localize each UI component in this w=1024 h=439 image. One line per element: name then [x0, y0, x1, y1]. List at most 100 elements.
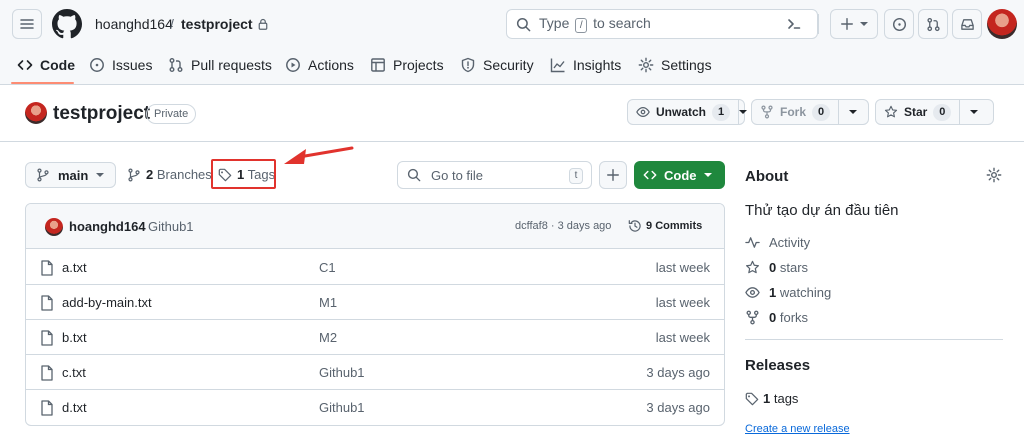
search-shortcut-key: / — [575, 18, 588, 33]
star-count: 0 — [933, 103, 952, 121]
breadcrumb-repo[interactable]: testproject — [181, 16, 269, 32]
file-name[interactable]: d.txt — [62, 400, 87, 415]
user-avatar[interactable] — [987, 9, 1017, 39]
table-row[interactable]: d.txt Github1 3 days ago — [26, 390, 724, 425]
tab-insights[interactable]: Insights — [550, 57, 621, 73]
code-button[interactable]: Code — [634, 161, 725, 189]
tab-code-label: Code — [40, 57, 75, 73]
tab-actions[interactable]: Actions — [285, 57, 354, 73]
tab-pull-requests[interactable]: Pull requests — [168, 57, 272, 73]
tag-icon — [745, 392, 759, 405]
branch-selector[interactable]: main — [25, 162, 116, 188]
file-commit-time: last week — [655, 295, 710, 310]
star-icon — [745, 260, 760, 274]
git-branch-icon — [128, 168, 140, 181]
shield-icon — [461, 57, 475, 73]
releases-heading[interactable]: Releases — [745, 357, 810, 374]
breadcrumb-owner[interactable]: hoanghd164 — [95, 16, 173, 32]
tab-insights-label: Insights — [573, 57, 622, 73]
your-issues-button[interactable] — [884, 9, 914, 39]
about-forks-link[interactable]: 0 forks — [745, 310, 808, 325]
commit-hash-time[interactable]: dcffaf8 · 3 days ago — [515, 220, 611, 232]
command-palette-button[interactable] — [779, 9, 809, 39]
about-activity-link[interactable]: Activity — [745, 235, 810, 250]
commits-history-link[interactable]: 9 Commits — [628, 219, 702, 233]
header-divider — [818, 14, 819, 34]
file-name[interactable]: c.txt — [62, 365, 86, 380]
caret-down-icon — [969, 110, 978, 114]
about-activity-label: Activity — [769, 235, 811, 250]
about-watching-count: 1 — [769, 285, 777, 300]
tab-issues[interactable]: Issues — [89, 57, 152, 73]
file-name[interactable]: add-by-main.txt — [62, 295, 152, 310]
create-new-button[interactable] — [830, 9, 878, 39]
file-commit-time: last week — [655, 330, 710, 345]
commit-message[interactable]: Github1 — [148, 219, 194, 234]
star-dropdown[interactable] — [959, 100, 987, 124]
file-name[interactable]: a.txt — [62, 260, 87, 275]
tab-actions-label: Actions — [308, 57, 354, 73]
about-watching-label: watching — [779, 285, 832, 300]
go-to-file-placeholder: Go to file — [431, 167, 484, 183]
table-row[interactable]: a.txt C1 last week — [26, 250, 724, 285]
repo-forked-icon — [746, 310, 759, 325]
issue-opened-icon — [892, 17, 906, 31]
about-stars-link[interactable]: 0 stars — [745, 260, 808, 275]
unwatch-main[interactable]: Unwatch 1 — [628, 100, 738, 124]
branches-link[interactable]: 2 Branches — [127, 167, 212, 182]
repo-title[interactable]: testproject — [53, 103, 150, 125]
file-commit-message[interactable]: M1 — [319, 295, 337, 310]
sidebar-divider — [745, 339, 1003, 340]
fork-dropdown[interactable] — [838, 100, 866, 124]
create-release-link[interactable]: Create a new release — [745, 423, 850, 435]
fork-main[interactable]: Fork 0 — [752, 100, 838, 124]
history-icon — [628, 220, 641, 232]
tab-projects[interactable]: Projects — [370, 57, 444, 73]
tab-issues-label: Issues — [112, 57, 153, 73]
releases-tags-link[interactable]: 1 tags — [745, 391, 798, 406]
branch-name: main — [58, 167, 89, 183]
global-search[interactable]: Type / to search — [506, 9, 818, 39]
about-watching-link[interactable]: 1 watching — [745, 285, 831, 300]
caret-down-icon — [848, 110, 857, 114]
file-commit-message[interactable]: C1 — [319, 260, 336, 275]
star-button[interactable]: Star 0 — [875, 99, 994, 125]
menu-button[interactable] — [12, 9, 42, 39]
git-branch-icon — [37, 168, 49, 182]
commit-author-avatar[interactable] — [45, 218, 63, 236]
file-commit-message[interactable]: M2 — [319, 330, 337, 345]
about-stars-count: 0 — [769, 260, 777, 275]
tab-settings-label: Settings — [661, 57, 712, 73]
star-main[interactable]: Star 0 — [876, 100, 959, 124]
file-commit-time: 3 days ago — [646, 365, 710, 380]
go-to-file-input[interactable]: Go to file t — [397, 161, 592, 189]
file-icon — [41, 330, 53, 346]
tab-code[interactable]: Code — [17, 57, 75, 73]
file-commit-time: 3 days ago — [646, 400, 710, 415]
unwatch-dropdown[interactable] — [738, 100, 748, 124]
about-stars-label: stars — [779, 260, 809, 275]
file-commit-message[interactable]: Github1 — [319, 365, 365, 380]
table-row[interactable]: b.txt M2 last week — [26, 320, 724, 355]
git-pull-request-icon — [169, 58, 183, 72]
file-commit-message[interactable]: Github1 — [319, 400, 365, 415]
about-forks-count: 0 — [769, 310, 777, 325]
owner-avatar[interactable] — [25, 102, 47, 124]
your-pull-requests-button[interactable] — [918, 9, 948, 39]
commits-count: 9 — [646, 220, 653, 232]
releases-tags-label: tags — [773, 391, 799, 406]
about-settings-gear-icon[interactable] — [986, 167, 1002, 183]
tab-pull-requests-label: Pull requests — [191, 57, 272, 73]
tab-security[interactable]: Security — [460, 57, 534, 73]
tab-settings[interactable]: Settings — [638, 57, 712, 73]
add-file-button[interactable] — [599, 161, 627, 189]
notifications-button[interactable] — [952, 9, 982, 39]
file-name[interactable]: b.txt — [62, 330, 87, 345]
table-row[interactable]: c.txt Github1 3 days ago — [26, 355, 724, 390]
search-icon — [516, 17, 531, 31]
unwatch-button[interactable]: Unwatch 1 — [627, 99, 748, 125]
commit-author[interactable]: hoanghd164 — [69, 219, 146, 234]
fork-button[interactable]: Fork 0 — [751, 99, 869, 125]
github-logo-icon[interactable] — [52, 9, 82, 39]
table-row[interactable]: add-by-main.txt M1 last week — [26, 285, 724, 320]
